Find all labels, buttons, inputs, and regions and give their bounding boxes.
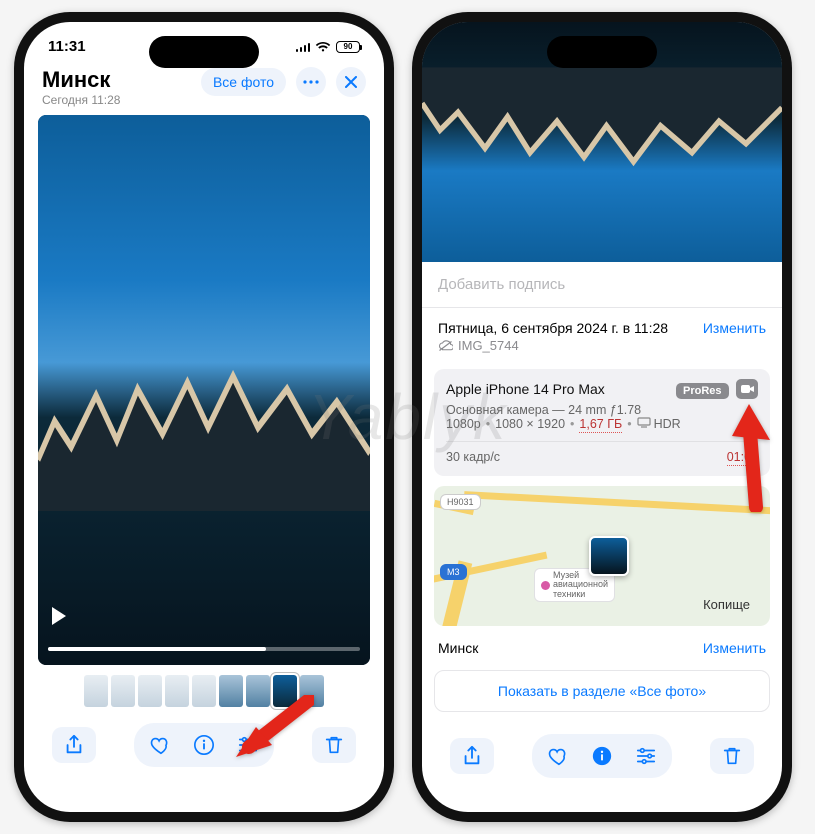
caption-input[interactable]: Добавить подпись <box>422 262 782 308</box>
thumbnail-strip[interactable] <box>24 665 384 713</box>
bottom-toolbar <box>24 713 384 781</box>
adjust-button[interactable] <box>624 738 668 774</box>
more-button[interactable] <box>296 67 326 97</box>
share-icon <box>63 734 85 756</box>
favorite-button[interactable] <box>138 727 182 763</box>
edit-location-button[interactable]: Изменить <box>703 640 766 656</box>
meta-date: Пятница, 6 сентября 2024 г. в 11:28 <box>438 320 668 336</box>
poi-icon <box>541 581 550 590</box>
annotation-arrow <box>234 695 314 770</box>
share-button[interactable] <box>450 738 494 774</box>
video-preview[interactable] <box>38 115 370 665</box>
phone-right: Добавить подпись Пятница, 6 сентября 202… <box>412 12 792 822</box>
thumbnail[interactable] <box>165 675 189 707</box>
trash-icon <box>323 734 345 756</box>
battery-icon: 90 <box>336 41 360 53</box>
map-place-label: Копище <box>703 597 750 612</box>
share-button[interactable] <box>52 727 96 763</box>
lens-info: Основная камера — 24 mm ƒ1.78 <box>446 403 758 417</box>
sliders-icon <box>635 745 657 767</box>
favorite-button[interactable] <box>536 738 580 774</box>
show-in-all-photos-button[interactable]: Показать в разделе «Все фото» <box>434 670 770 712</box>
video-badge-icon <box>736 379 758 399</box>
play-icon[interactable] <box>50 606 68 631</box>
info-button[interactable] <box>580 738 624 774</box>
cellular-icon <box>296 41 311 52</box>
heart-icon <box>149 734 171 756</box>
info-button[interactable] <box>182 727 226 763</box>
close-icon <box>345 76 357 88</box>
share-icon <box>461 745 483 767</box>
delete-button[interactable] <box>312 727 356 763</box>
spec-dimensions: 1080 × 1920 <box>495 417 565 433</box>
all-photos-button[interactable]: Все фото <box>201 68 286 96</box>
road-label: М3 <box>447 567 460 577</box>
spec-filesize: 1,67 ГБ <box>579 417 622 433</box>
video-progress[interactable] <box>48 647 360 651</box>
device-name: Apple iPhone 14 Pro Max <box>446 381 605 397</box>
page-title: Минск <box>42 67 120 93</box>
spec-fps: 30 кадр/с <box>446 450 500 466</box>
phone-left: 11:31 90 Минск Сегодня 11:28 Все фото <box>14 12 394 822</box>
prores-badge: ProRes <box>676 383 729 399</box>
dynamic-island <box>149 36 259 68</box>
delete-button[interactable] <box>710 738 754 774</box>
spec-resolution: 1080p <box>446 417 481 433</box>
heart-icon <box>547 745 569 767</box>
status-time: 11:31 <box>48 38 86 55</box>
filename: IMG_5744 <box>458 338 519 353</box>
ellipsis-icon <box>303 80 319 84</box>
wifi-icon <box>315 41 331 53</box>
page-subtitle: Сегодня 11:28 <box>42 93 120 107</box>
thumbnail[interactable] <box>84 675 108 707</box>
edit-date-button[interactable]: Изменить <box>703 320 766 336</box>
display-icon <box>637 417 651 428</box>
info-icon <box>591 745 613 767</box>
info-icon <box>193 734 215 756</box>
close-button[interactable] <box>336 67 366 97</box>
annotation-arrow <box>716 402 776 517</box>
thumbnail[interactable] <box>192 675 216 707</box>
location-city: Минск <box>438 640 478 656</box>
bottom-toolbar <box>422 724 782 792</box>
spec-hdr: HDR <box>651 417 681 433</box>
thumbnail[interactable] <box>138 675 162 707</box>
no-sync-icon <box>438 340 453 352</box>
map-pin-thumbnail <box>589 536 629 576</box>
thumbnail[interactable] <box>111 675 135 707</box>
trash-icon <box>721 745 743 767</box>
dynamic-island <box>547 36 657 68</box>
road-label: H9031 <box>447 497 474 507</box>
